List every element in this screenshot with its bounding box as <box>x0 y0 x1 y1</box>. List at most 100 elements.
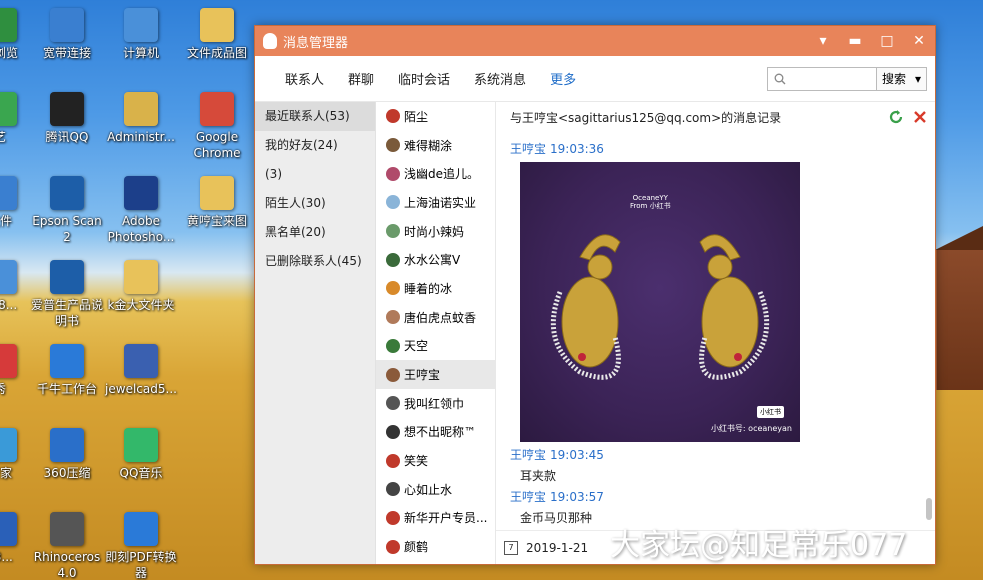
desktop-icon-label: Administr... <box>107 130 175 144</box>
contact-item[interactable]: 笑笑 <box>376 446 495 475</box>
contact-name: 浅幽de追儿。 <box>404 167 480 182</box>
message-sender: 王哼宝 19:03:36 <box>510 140 921 158</box>
tab-more[interactable]: 更多 <box>550 69 576 88</box>
desktop-icon[interactable]: 即刻PDF转换器 <box>101 512 181 580</box>
desktop-icon-label: Adobe Photosho... <box>107 214 175 244</box>
category-item[interactable]: 陌生人(30) <box>255 189 375 218</box>
contact-name: 难得糊涂 <box>404 138 453 153</box>
desktop-icon[interactable]: 360压缩 <box>27 428 107 481</box>
desktop-icon-label: 计算机 <box>122 46 159 60</box>
desktop-icon[interactable]: 爱普生产品说明书 <box>27 260 107 329</box>
desktop-icon-label: 即刻PDF转换器 <box>105 550 177 580</box>
avatar <box>386 367 400 382</box>
conversation-title: 与王哼宝<sagittarius125@qq.com>的消息记录 <box>510 110 782 125</box>
scrollbar-thumb[interactable] <box>926 498 932 520</box>
calendar-icon[interactable]: 7 <box>504 540 518 555</box>
message-photo[interactable]: OceaneYY From 小红书 小红书 小红书号: oceaneyan <box>520 162 800 442</box>
contact-name: 心如止水 <box>404 482 453 497</box>
contact-item[interactable]: 陌尘 <box>376 102 495 131</box>
desktop-icon[interactable]: 黄哼宝来图 <box>177 176 257 229</box>
app-icon <box>0 344 17 378</box>
delete-icon[interactable] <box>911 108 929 126</box>
contact-item[interactable]: 时尚小辣妈 <box>376 217 495 246</box>
message-scrollbar[interactable] <box>925 142 933 524</box>
search-button[interactable]: 搜索 ▾ <box>877 66 927 91</box>
contact-item[interactable]: 王哼宝 <box>376 360 495 389</box>
desktop-icon[interactable]: Adobe Photosho... <box>101 176 181 245</box>
contact-name: 陌尘 <box>404 109 429 124</box>
app-icon <box>50 512 84 546</box>
desktop-icon[interactable]: jewelcad5... <box>101 344 181 397</box>
contact-item[interactable]: 我叫红领巾 <box>376 389 495 418</box>
desktop-icon[interactable]: QQ音乐 <box>101 428 181 481</box>
tab-group-chat[interactable]: 群聊 <box>348 69 374 88</box>
desktop-icon[interactable]: 宽带连接 <box>27 8 107 61</box>
nav-bar: 联系人 群聊 临时会话 系统消息 更多 搜索 ▾ <box>255 56 935 102</box>
app-icon <box>0 92 17 126</box>
avatar <box>386 138 400 153</box>
contact-item[interactable]: 新华开户专员... <box>376 504 495 533</box>
category-item[interactable]: 已删除联系人(45) <box>255 247 375 276</box>
conversation-pane: 与王哼宝<sagittarius125@qq.com>的消息记录 王哼宝 19:0… <box>496 102 935 564</box>
contact-item[interactable]: 想不出昵称™ <box>376 418 495 447</box>
avatar <box>386 224 400 239</box>
avatar <box>386 396 400 411</box>
site-watermark: 大家坛@知足常乐077 <box>610 528 908 563</box>
category-item[interactable]: 黑名单(20) <box>255 218 375 247</box>
app-icon <box>0 176 17 210</box>
desktop-icon-label: 宽带连接 <box>42 46 91 60</box>
qq-penguin-icon <box>263 33 277 49</box>
desktop-icon[interactable]: 腾讯QQ <box>27 92 107 145</box>
avatar <box>386 281 400 296</box>
tab-system-messages[interactable]: 系统消息 <box>474 69 526 88</box>
avatar <box>386 539 400 554</box>
desktop-icon[interactable]: Epson Scan 2 <box>27 176 107 245</box>
contact-item[interactable]: 天空 <box>376 332 495 361</box>
earring-figures-image <box>550 234 770 380</box>
desktop-icon[interactable]: k金大文件夹 <box>101 260 181 313</box>
contact-item[interactable]: 心如止水 <box>376 475 495 504</box>
avatar <box>386 109 400 124</box>
app-icon <box>200 92 234 126</box>
contact-item[interactable]: 睡着的冰 <box>376 274 495 303</box>
desktop-icon-label: Google Chrome <box>193 130 241 160</box>
dropdown-button[interactable]: ▾ <box>807 33 839 49</box>
app-icon <box>124 176 158 210</box>
desktop-icon[interactable]: 千牛工作台 <box>27 344 107 397</box>
minimize-button[interactable]: ▬ <box>839 33 871 49</box>
contact-item[interactable]: 浅幽de追儿。 <box>376 159 495 188</box>
contact-name: 上海油诺实业 <box>404 195 477 210</box>
message-time: 19:03:36 <box>550 142 604 156</box>
contact-item[interactable]: 水水公寓V <box>376 245 495 274</box>
tab-temp-session[interactable]: 临时会话 <box>398 69 450 88</box>
app-icon <box>50 176 84 210</box>
maximize-button[interactable]: □ <box>871 33 903 49</box>
category-item[interactable]: 我的好友(24) <box>255 131 375 160</box>
app-icon <box>0 260 17 294</box>
search-icon <box>774 73 786 84</box>
category-item[interactable]: (3) <box>255 160 375 189</box>
message-list: 王哼宝 19:03:36 OceaneYY From 小红书 小红书 小红书号:… <box>510 140 921 525</box>
contact-item[interactable]: 唐伯虎点蚊香 <box>376 303 495 332</box>
refresh-icon[interactable] <box>887 108 905 126</box>
close-button[interactable]: ✕ <box>903 33 935 49</box>
photo-watermark: 小红书号: oceaneyan <box>710 424 792 433</box>
contact-item[interactable]: 难得糊涂 <box>376 131 495 160</box>
contact-item[interactable]: 颜鹤 <box>376 532 495 561</box>
desktop-icon[interactable]: 文件成品图 <box>177 8 257 61</box>
desktop-icon[interactable]: 计算机 <box>101 8 181 61</box>
contact-item[interactable]: 上海油诺实业 <box>376 188 495 217</box>
app-icon <box>124 260 158 294</box>
search-input[interactable] <box>790 68 870 89</box>
desktop-icon[interactable]: Administr... <box>101 92 181 145</box>
tab-contacts[interactable]: 联系人 <box>285 69 324 88</box>
category-item[interactable]: 最近联系人(53) <box>255 102 375 131</box>
app-icon <box>124 8 158 42</box>
contact-name: 天空 <box>404 339 429 354</box>
contact-name: 王哼宝 <box>404 368 441 383</box>
desktop-icon[interactable]: Google Chrome <box>177 92 257 161</box>
desktop-icon[interactable]: Rhinoceros 4.0 <box>27 512 107 580</box>
app-icon <box>124 92 158 126</box>
desktop-icon-label: QQ音乐 <box>119 466 163 480</box>
desktop-icon-label: 腾讯QQ <box>45 130 89 144</box>
